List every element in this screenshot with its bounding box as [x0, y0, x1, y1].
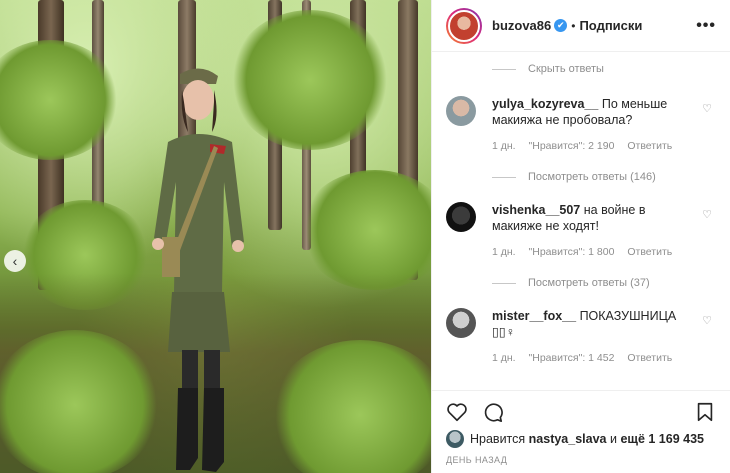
divider: [492, 176, 516, 178]
heart-icon[interactable]: ♡: [702, 102, 712, 115]
comment-text: vishenka__507 на войне в макияже не ходя…: [492, 202, 716, 234]
avatar[interactable]: [446, 308, 476, 338]
comment-item: yulya_kozyreva__ По меньше макияжа не пр…: [432, 96, 730, 152]
view-replies-label: Посмотреть ответы (37): [528, 277, 650, 289]
verified-icon: ✔: [554, 19, 568, 32]
likes-prefix: Нравится: [470, 432, 526, 446]
post-date[interactable]: день назад: [446, 455, 716, 465]
comment-time[interactable]: 1 дн.: [492, 246, 516, 258]
woman-in-uniform: [152, 68, 244, 472]
likes-user-link[interactable]: nastya_slava: [529, 432, 607, 446]
reply-button[interactable]: Ответить: [627, 246, 672, 258]
more-icon[interactable]: •••: [696, 17, 716, 35]
likes-count-link[interactable]: ещё 1 169 435: [620, 432, 704, 446]
comment-text: yulya_kozyreva__ По меньше макияжа не пр…: [492, 96, 716, 128]
divider: [492, 68, 516, 70]
avatar[interactable]: [446, 202, 476, 232]
comment-item: vishenka__507 на войне в макияже не ходя…: [432, 202, 730, 258]
hide-replies-label: Скрыть ответы: [528, 63, 604, 75]
view-replies-label: Посмотреть ответы (146): [528, 171, 656, 183]
comment-icon[interactable]: [482, 401, 504, 423]
post-panel: buzova86 ✔ • Подписки ••• Скрыть ответы …: [431, 0, 730, 473]
action-icons: [446, 399, 716, 425]
likes-summary: Нравится nastya_slava и ещё 1 169 435: [446, 430, 716, 448]
comment-text: mister__fox__ ПОКАЗУШНИЦА ▯▯♀: [492, 308, 716, 340]
comment-meta: 1 дн. "Нравится": 1 800 Ответить: [492, 246, 716, 258]
comment-meta: 1 дн. "Нравится": 2 190 Ответить: [492, 140, 716, 152]
post-username[interactable]: buzova86: [492, 18, 551, 33]
comment-likes[interactable]: "Нравится": 2 190: [529, 140, 615, 152]
follow-button[interactable]: Подписки: [579, 18, 642, 33]
comment-item: mister__fox__ ПОКАЗУШНИЦА ▯▯♀ 1 дн. "Нра…: [432, 308, 730, 364]
view-replies-button[interactable]: Посмотреть ответы (146): [432, 160, 730, 194]
comment-time[interactable]: 1 дн.: [492, 140, 516, 152]
heart-icon[interactable]: ♡: [702, 314, 712, 327]
comment-likes[interactable]: "Нравится": 1 800: [529, 246, 615, 258]
comment-time[interactable]: 1 дн.: [492, 352, 516, 364]
foliage: [300, 170, 431, 290]
bookmark-icon[interactable]: [694, 401, 716, 423]
view-replies-button[interactable]: Посмотреть ответы (37): [432, 266, 730, 300]
reply-button[interactable]: Ответить: [627, 140, 672, 152]
post-header: buzova86 ✔ • Подписки •••: [432, 0, 730, 52]
avatar[interactable]: [446, 430, 464, 448]
comments-list: Скрыть ответы yulya_kozyreva__ По меньше…: [432, 52, 730, 390]
reply-button[interactable]: Ответить: [627, 352, 672, 364]
comment-username[interactable]: yulya_kozyreva__: [492, 97, 598, 111]
post-photo[interactable]: ‹: [0, 0, 431, 473]
likes-and: и: [609, 432, 617, 446]
comment-username[interactable]: mister__fox__: [492, 309, 576, 323]
heart-icon[interactable]: [446, 401, 468, 423]
hide-replies-button[interactable]: Скрыть ответы: [432, 52, 730, 86]
avatar[interactable]: [446, 96, 476, 126]
separator-dot: •: [571, 18, 576, 33]
comment-meta: 1 дн. "Нравится": 1 452 Ответить: [492, 352, 716, 364]
divider: [492, 282, 516, 284]
comment-likes[interactable]: "Нравится": 1 452: [529, 352, 615, 364]
post-actions: Нравится nastya_slava и ещё 1 169 435 де…: [432, 390, 730, 473]
chevron-left-icon[interactable]: ‹: [4, 250, 26, 272]
avatar[interactable]: [446, 7, 482, 44]
comment-username[interactable]: vishenka__507: [492, 203, 580, 217]
heart-icon[interactable]: ♡: [702, 208, 712, 221]
